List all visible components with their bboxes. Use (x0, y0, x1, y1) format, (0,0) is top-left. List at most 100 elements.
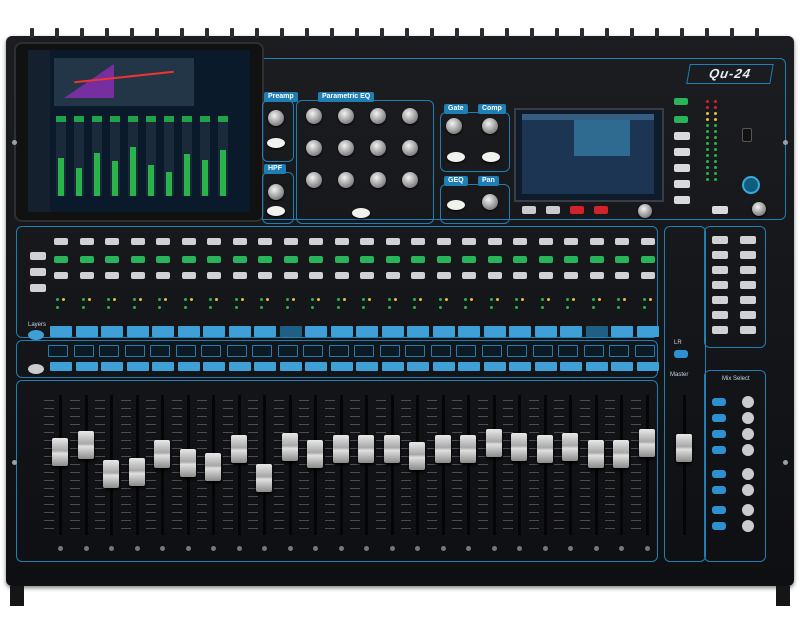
mute-button[interactable] (513, 238, 527, 245)
sel-button[interactable] (436, 256, 451, 263)
geq-select-button[interactable] (447, 200, 465, 210)
sel-button[interactable] (156, 256, 170, 263)
hpf-select-button[interactable] (267, 206, 285, 216)
sel-button[interactable] (487, 256, 502, 263)
ipad-strip-select[interactable] (128, 116, 138, 122)
mix-select-button[interactable] (712, 414, 726, 422)
pafl-button[interactable] (640, 272, 655, 279)
ipad-strip-select[interactable] (164, 116, 174, 122)
alt-view-button[interactable] (712, 206, 728, 214)
channel-fader[interactable] (179, 448, 196, 477)
ipad-screen[interactable] (28, 50, 250, 212)
screen-key[interactable] (674, 98, 688, 105)
gate-threshold-pot[interactable] (446, 118, 462, 134)
sel-button[interactable] (538, 256, 553, 263)
pafl-button[interactable] (207, 272, 221, 279)
channel-fader[interactable] (281, 433, 298, 462)
sel-button[interactable] (589, 256, 604, 263)
softkey[interactable] (740, 236, 756, 244)
ipad-strip[interactable] (128, 116, 138, 196)
mute-button[interactable] (283, 238, 298, 245)
mix-select-button[interactable] (712, 446, 726, 454)
eq-pot[interactable] (370, 140, 386, 156)
mute-button[interactable] (462, 238, 476, 245)
master-fader[interactable] (676, 434, 692, 463)
softkey[interactable] (712, 311, 728, 319)
mute-button[interactable] (232, 238, 247, 245)
screen-rotary-encoder[interactable] (638, 204, 652, 218)
ipad-strip-select[interactable] (92, 116, 102, 122)
pafl-button[interactable] (334, 272, 349, 279)
ipad-strip-select[interactable] (182, 116, 192, 122)
screen-key[interactable] (674, 180, 690, 188)
ipad-controller[interactable] (14, 42, 264, 222)
softkey[interactable] (740, 326, 756, 334)
softkey[interactable] (740, 281, 756, 289)
sel-button[interactable] (360, 256, 374, 263)
ipad-strip[interactable] (74, 116, 84, 196)
preamp-select-button[interactable] (267, 138, 285, 148)
sel-button[interactable] (258, 256, 272, 263)
sel-button[interactable] (615, 256, 629, 263)
sel-button[interactable] (513, 256, 527, 263)
channel-fader[interactable] (307, 439, 323, 468)
mute-button[interactable] (54, 238, 68, 245)
sel-button[interactable] (385, 256, 400, 263)
mute-button[interactable] (411, 238, 425, 245)
ipad-strip[interactable] (56, 116, 66, 196)
pafl-button[interactable] (181, 272, 196, 279)
mute-button[interactable] (538, 238, 553, 245)
sel-button[interactable] (105, 256, 119, 263)
channel-fader[interactable] (460, 435, 476, 464)
pafl-button[interactable] (462, 272, 476, 279)
pafl-button[interactable] (360, 272, 374, 279)
layer-b-button[interactable] (28, 364, 44, 374)
channel-fader[interactable] (587, 439, 604, 468)
channel-fader[interactable] (230, 435, 247, 464)
eq-pot[interactable] (306, 172, 322, 188)
gain-pot[interactable] (268, 110, 284, 126)
mute-button[interactable] (589, 238, 604, 245)
ipad-strip-select[interactable] (74, 116, 84, 122)
mute-button[interactable] (487, 238, 502, 245)
channel-fader[interactable] (332, 435, 349, 464)
softkey[interactable] (740, 251, 756, 259)
softkey[interactable] (712, 251, 728, 259)
touch-screen[interactable] (514, 108, 664, 202)
eq-pot[interactable] (402, 172, 418, 188)
mute-button[interactable] (181, 238, 196, 245)
mix-select-button[interactable] (712, 398, 726, 406)
ipad-strip-select[interactable] (146, 116, 156, 122)
channel-fader[interactable] (77, 430, 94, 459)
channel-fader[interactable] (52, 437, 68, 466)
mute-button[interactable] (258, 238, 272, 245)
mute-button[interactable] (334, 238, 349, 245)
hpf-pot[interactable] (268, 184, 284, 200)
pafl-button[interactable] (589, 272, 604, 279)
sel-button[interactable] (54, 256, 68, 263)
touch-screen-display[interactable] (522, 114, 654, 194)
mix-select-button[interactable] (712, 470, 726, 478)
mute-button[interactable] (130, 238, 145, 245)
pre-fade-button[interactable] (30, 252, 46, 260)
mute-button[interactable] (105, 238, 119, 245)
ipad-strip[interactable] (110, 116, 120, 196)
mute-button[interactable] (640, 238, 655, 245)
sel-button[interactable] (564, 256, 578, 263)
channel-fader[interactable] (562, 433, 578, 462)
mix-select-indicator[interactable] (742, 428, 754, 440)
ipad-strip-select[interactable] (110, 116, 120, 122)
mute-button[interactable] (360, 238, 374, 245)
softkey[interactable] (712, 281, 728, 289)
channel-fader[interactable] (154, 439, 170, 468)
softkey[interactable] (740, 266, 756, 274)
usb-port[interactable] (742, 128, 752, 142)
sel-button[interactable] (181, 256, 196, 263)
screen-key[interactable] (674, 164, 690, 172)
mute-button[interactable] (564, 238, 578, 245)
screen-key[interactable] (674, 116, 688, 123)
ipad-strip-select[interactable] (200, 116, 210, 122)
pan-pot[interactable] (482, 194, 498, 210)
sel-button[interactable] (309, 256, 323, 263)
channel-fader[interactable] (103, 459, 119, 488)
